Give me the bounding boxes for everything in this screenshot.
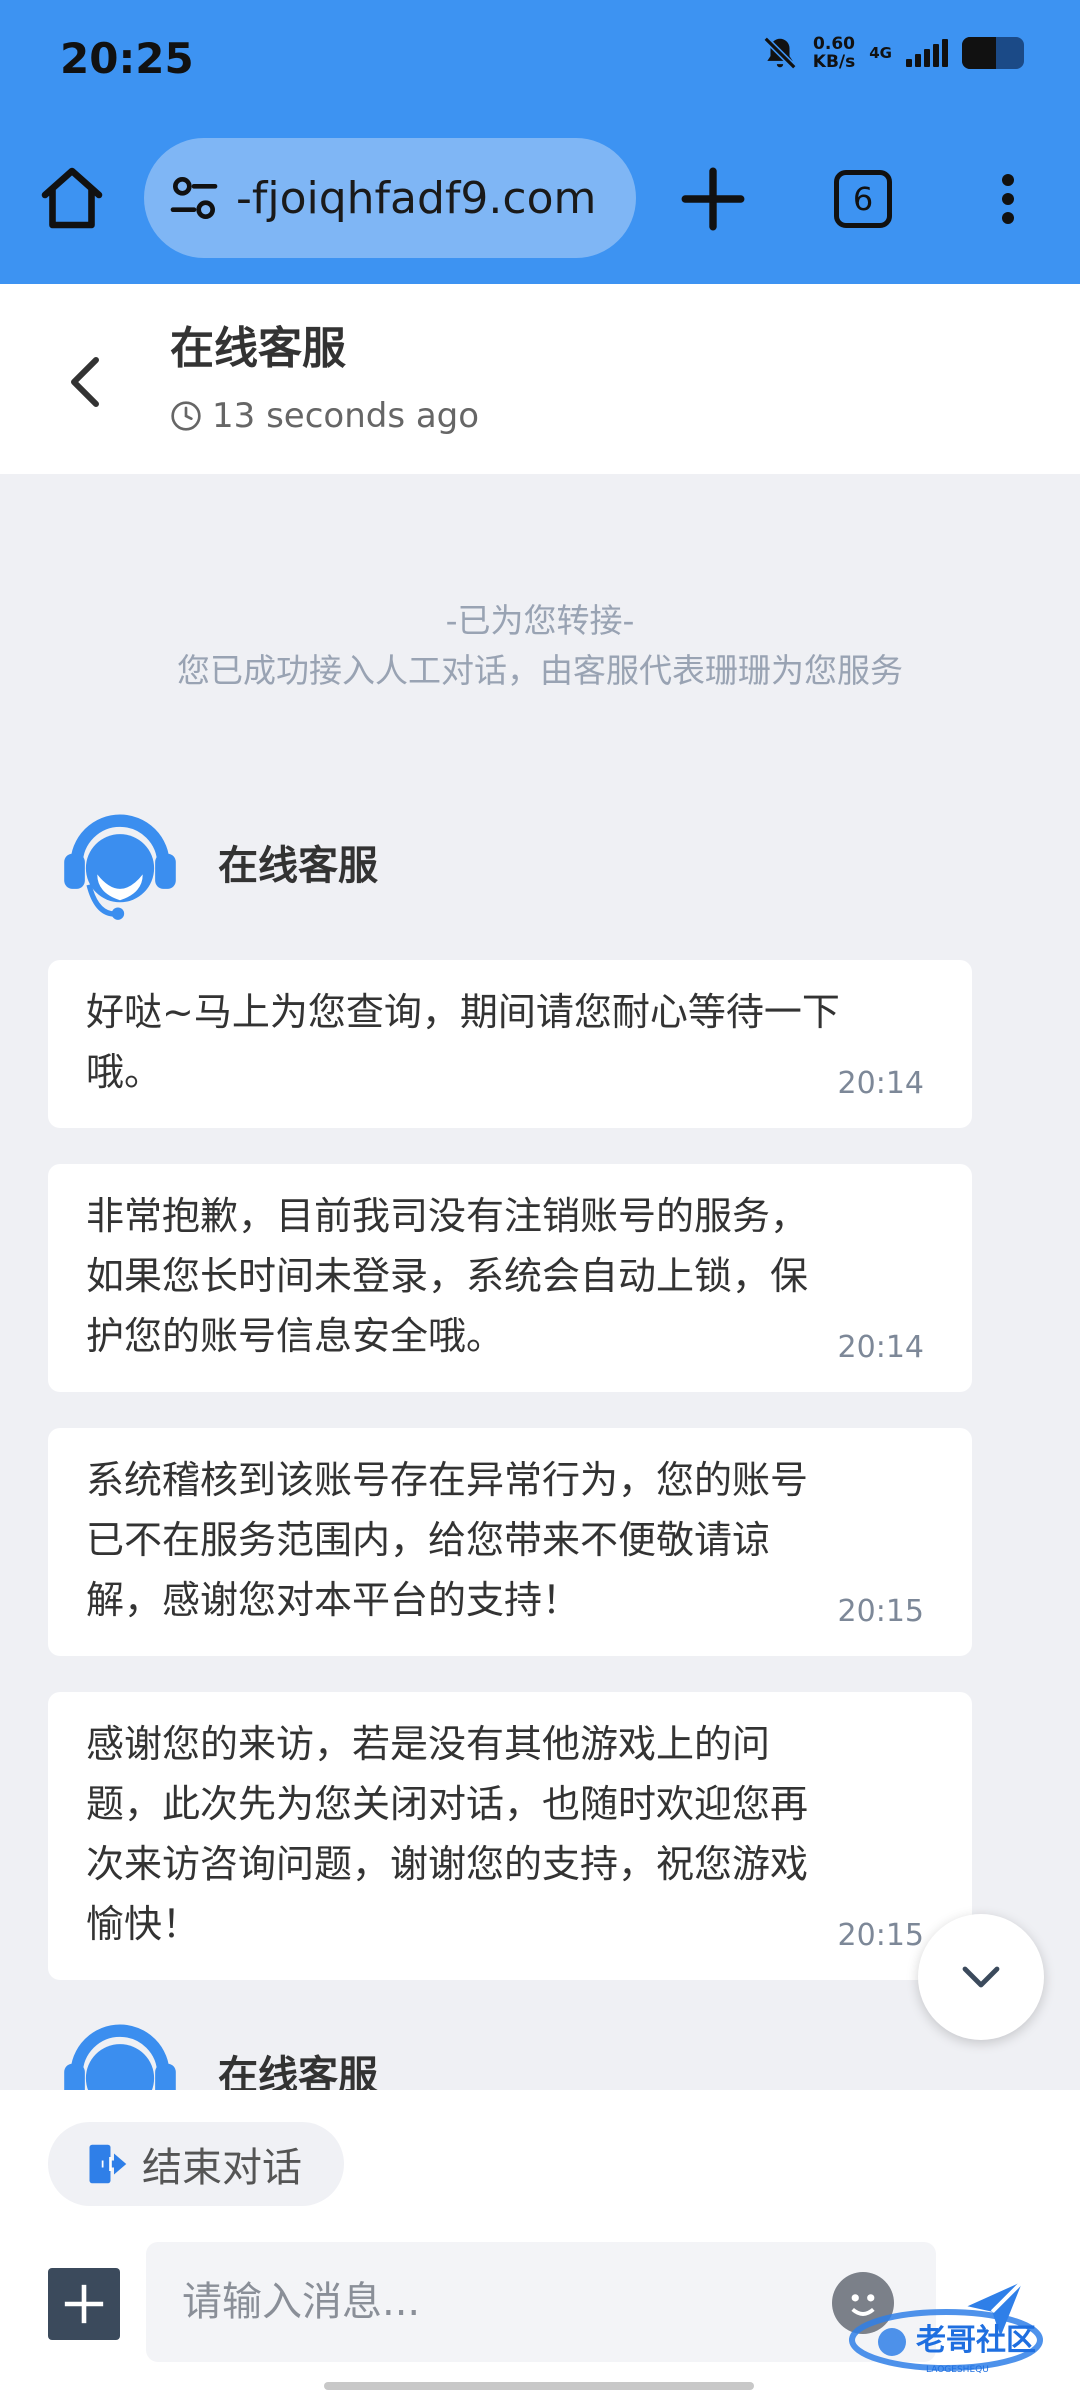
notice-line-2: 您已成功接入人工对话，由客服代表珊珊为您服务 [177,651,903,690]
message-bubble: 好哒~马上为您查询，期间请您耐心等待一下哦。 20:14 [48,960,972,1128]
message-bubble: 非常抱歉，目前我司没有注销账号的服务，如果您长时间未登录，系统会自动上锁，保护您… [48,1164,972,1392]
message-bubble: 感谢您的来访，若是没有其他游戏上的问题，此次先为您关闭对话，也随时欢迎您再次来访… [48,1692,972,1980]
site-settings-icon[interactable] [166,170,222,226]
battery-level [962,37,997,69]
message-time: 20:15 [837,1918,924,1953]
battery-icon [962,37,1024,69]
tab-switcher-button[interactable]: 6 [834,170,892,228]
back-icon[interactable] [62,354,110,410]
agent-header: 在线客服 [58,800,378,924]
address-bar[interactable]: -fjoiqhfadf9.com [144,138,636,258]
scroll-down-button[interactable] [918,1914,1044,2040]
net-speed: 0.60 KB/s [813,35,855,71]
end-chat-button[interactable]: 结束对话 [48,2122,344,2206]
clock-icon [171,401,201,431]
status-time: 20:25 [60,34,194,83]
status-icons: 0.60 KB/s 4G [761,34,1024,72]
svg-text:LAOGESHEQU: LAOGESHEQU [926,2365,989,2375]
bell-off-icon [763,36,797,70]
headset-agent-icon [64,814,176,920]
watermark-logo: 老哥社区 LAOGESHEQU [849,2309,1043,2375]
chat-header: 在线客服 13 seconds ago [0,284,1080,474]
url-text[interactable]: -fjoiqhfadf9.com [236,173,596,224]
message-text: 非常抱歉，目前我司没有注销账号的服务，如果您长时间未登录，系统会自动上锁，保护您… [86,1194,809,1358]
net-speed-unit: KB/s [812,52,856,72]
message-text: 系统稽核到该账号存在异常行为，您的账号已不在服务范围内，给您带来不便敬请谅解，感… [86,1458,809,1622]
message-text: 感谢您的来访，若是没有其他游戏上的问题，此次先为您关闭对话，也随时欢迎您再次来访… [86,1722,809,1946]
agent-name: 在线客服 [218,843,378,889]
home-indicator [324,2382,754,2390]
signal-icon [906,39,948,67]
transfer-notice: -已为您转接- 您已成功接入人工对话，由客服代表珊珊为您服务 [0,596,1080,696]
plus-icon[interactable] [676,162,750,236]
network-type: 4G [869,44,892,62]
plus-icon [64,2284,104,2324]
browser-toolbar: -fjoiqhfadf9.com 6 [0,120,1080,284]
message-input[interactable] [146,2242,936,2362]
exit-icon [89,2144,127,2184]
message-time: 20:14 [837,1330,924,1365]
home-icon[interactable] [36,162,108,234]
message-text: 好哒~马上为您查询，期间请您耐心等待一下哦。 [86,990,840,1094]
end-chat-label[interactable]: 结束对话 [142,2135,302,2193]
last-active-text: 13 seconds ago [212,396,480,436]
net-speed-value: 0.60 [813,34,855,54]
message-time: 20:14 [837,1066,924,1101]
attach-button[interactable] [48,2268,120,2340]
more-vert-icon[interactable] [984,162,1032,236]
chevron-down-icon [962,1966,1000,1988]
message-time: 20:15 [837,1594,924,1629]
notice-line-1: -已为您转接- [445,601,635,640]
page-title: 在线客服 [170,323,346,374]
status-bar: 20:25 0.60 KB/s 4G [0,0,1080,120]
last-active: 13 seconds ago [170,396,479,436]
message-bubble: 系统稽核到该账号存在异常行为，您的账号已不在服务范围内，给您带来不便敬请谅解，感… [48,1428,972,1656]
svg-text:老哥社区: 老哥社区 [916,2323,1036,2358]
